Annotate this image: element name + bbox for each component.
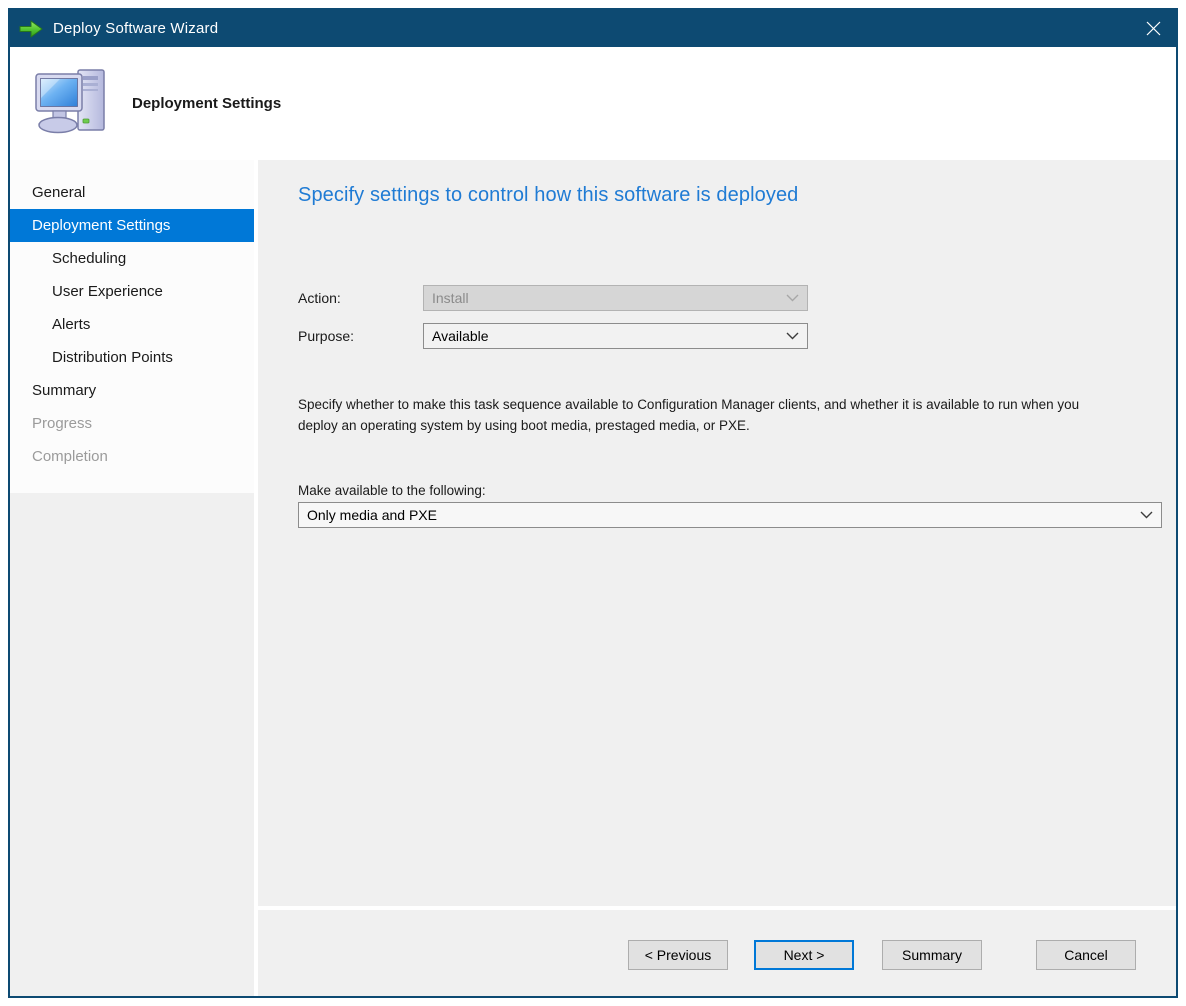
make-available-label: Make available to the following: [298,483,1162,498]
purpose-select[interactable]: Available [423,323,808,349]
right-column: Specify settings to control how this sof… [258,160,1176,996]
summary-button[interactable]: Summary [882,940,982,970]
wizard-header: Deployment Settings [10,47,1176,160]
next-button[interactable]: Next > [754,940,854,970]
sidebar-item-summary[interactable]: Summary [10,374,254,407]
availability-value: Only media and PXE [307,507,437,523]
wizard-footer: < Previous Next > Summary Cancel [258,906,1176,996]
action-field-row: Action: Install [298,285,1162,311]
deploy-software-wizard-window: Deploy Software Wizard [8,8,1178,998]
wizard-nav-list: General Deployment Settings Scheduling U… [10,160,254,493]
content-heading: Specify settings to control how this sof… [298,184,1162,207]
sidebar-item-user-experience[interactable]: User Experience [10,275,254,308]
sidebar-item-completion: Completion [10,440,254,473]
form-fields: Action: Install Purpose: Available [298,285,1162,349]
sidebar-item-general[interactable]: General [10,176,254,209]
description-text: Specify whether to make this task sequen… [298,395,1090,437]
wizard-body: General Deployment Settings Scheduling U… [10,160,1176,996]
sidebar-item-alerts[interactable]: Alerts [10,308,254,341]
chevron-down-icon [786,294,799,302]
action-label: Action: [298,290,423,306]
sidebar-item-scheduling[interactable]: Scheduling [10,242,254,275]
wizard-sidebar: General Deployment Settings Scheduling U… [10,160,254,996]
chevron-down-icon [786,332,799,340]
window-title: Deploy Software Wizard [53,20,218,37]
title-bar: Deploy Software Wizard [10,10,1176,47]
action-value: Install [432,290,469,306]
computer-icon [30,64,114,148]
green-arrow-icon [18,19,44,39]
purpose-label: Purpose: [298,328,423,344]
sidebar-item-progress: Progress [10,407,254,440]
page-title: Deployment Settings [132,95,281,112]
close-button[interactable] [1130,10,1176,47]
content-pane: Specify settings to control how this sof… [258,160,1176,906]
purpose-field-row: Purpose: Available [298,323,1162,349]
purpose-value: Available [432,328,489,344]
sidebar-item-deployment-settings[interactable]: Deployment Settings [10,209,254,242]
action-select: Install [423,285,808,311]
cancel-button[interactable]: Cancel [1036,940,1136,970]
availability-select[interactable]: Only media and PXE [298,502,1162,528]
sidebar-item-distribution-points[interactable]: Distribution Points [10,341,254,374]
previous-button[interactable]: < Previous [628,940,728,970]
close-icon [1145,20,1162,37]
chevron-down-icon [1140,511,1153,519]
